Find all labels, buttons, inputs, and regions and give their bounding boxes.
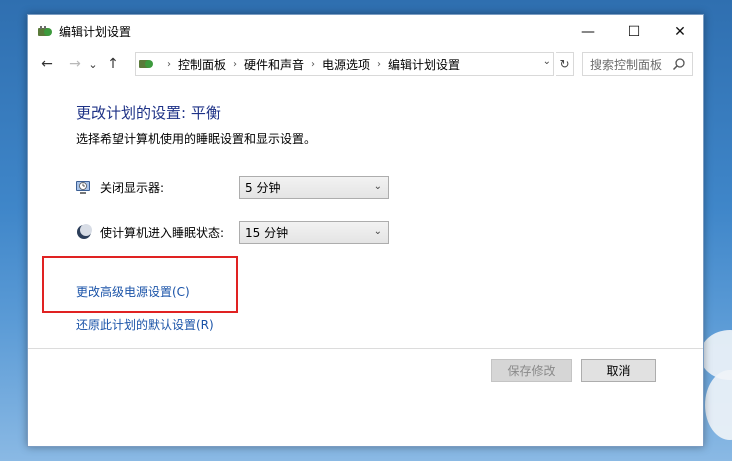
minimize-button[interactable]: — (565, 15, 611, 48)
recent-locations-button[interactable]: ⌄ (86, 52, 100, 76)
sleep-value: 15 分钟 (245, 226, 289, 240)
navigation-row: ← → ⌄ ↑ › 控制面板 › 硬件和声音 › 电源选项 › 编辑计划设置 ⌄… (28, 48, 703, 80)
breadcrumb-control-panel[interactable]: 控制面板 (178, 56, 226, 73)
sleep-row: 使计算机进入睡眠状态: (75, 223, 224, 241)
edit-plan-settings-window: 编辑计划设置 — ☐ ✕ ← → ⌄ ↑ › 控制面板 › 硬件和声音 › 电源… (27, 14, 704, 447)
restore-defaults-link[interactable]: 还原此计划的默认设置(R) (76, 316, 214, 333)
breadcrumb-power-options[interactable]: 电源选项 (322, 56, 370, 73)
chevron-down-icon: ⌄ (373, 226, 382, 237)
sleep-select[interactable]: 15 分钟 ⌄ (239, 221, 389, 244)
divider (28, 348, 703, 349)
window-title: 编辑计划设置 (59, 25, 132, 39)
monitor-clock-icon (75, 178, 93, 196)
breadcrumb-hardware-sound[interactable]: 硬件和声音 (244, 56, 304, 73)
close-button[interactable]: ✕ (657, 15, 703, 48)
chevron-down-icon[interactable]: ⌄ (543, 56, 551, 67)
chevron-right-icon: › (167, 58, 171, 70)
title-bar: 编辑计划设置 — ☐ ✕ (28, 15, 703, 48)
chevron-right-icon: › (233, 58, 238, 70)
refresh-icon[interactable]: ↻ (556, 52, 574, 76)
search-placeholder: 搜索控制面板 (590, 57, 663, 72)
sleep-label: 使计算机进入睡眠状态: (100, 225, 225, 240)
chevron-right-icon: › (311, 58, 316, 70)
save-button[interactable]: 保存修改 (491, 359, 572, 382)
turn-off-display-label: 关闭显示器: (100, 180, 165, 195)
forward-button[interactable]: → (64, 52, 86, 76)
control-panel-icon (138, 56, 154, 72)
maximize-button[interactable]: ☐ (611, 15, 657, 48)
turn-off-display-row: 关闭显示器: (75, 178, 164, 196)
chevron-right-icon: › (377, 58, 382, 70)
chevron-down-icon: ⌄ (373, 181, 382, 192)
window-controls: — ☐ ✕ (565, 15, 703, 48)
cancel-button[interactable]: 取消 (581, 359, 656, 382)
back-button[interactable]: ← (36, 52, 58, 76)
moon-icon (75, 223, 93, 241)
search-icon[interactable] (672, 57, 686, 74)
background-cloud (705, 370, 732, 440)
search-input[interactable]: 搜索控制面板 (582, 52, 693, 76)
address-bar[interactable]: › 控制面板 › 硬件和声音 › 电源选项 › 编辑计划设置 ⌄ (135, 52, 554, 76)
power-options-icon (37, 24, 53, 40)
up-button[interactable]: ↑ (102, 52, 124, 76)
breadcrumb-edit-plan[interactable]: 编辑计划设置 (388, 56, 460, 73)
turn-off-display-select[interactable]: 5 分钟 ⌄ (239, 176, 389, 199)
page-title: 更改计划的设置: 平衡 (76, 104, 221, 122)
advanced-power-settings-link[interactable]: 更改高级电源设置(C) (76, 283, 190, 300)
turn-off-display-value: 5 分钟 (245, 181, 281, 195)
page-description: 选择希望计算机使用的睡眠设置和显示设置。 (76, 132, 317, 146)
